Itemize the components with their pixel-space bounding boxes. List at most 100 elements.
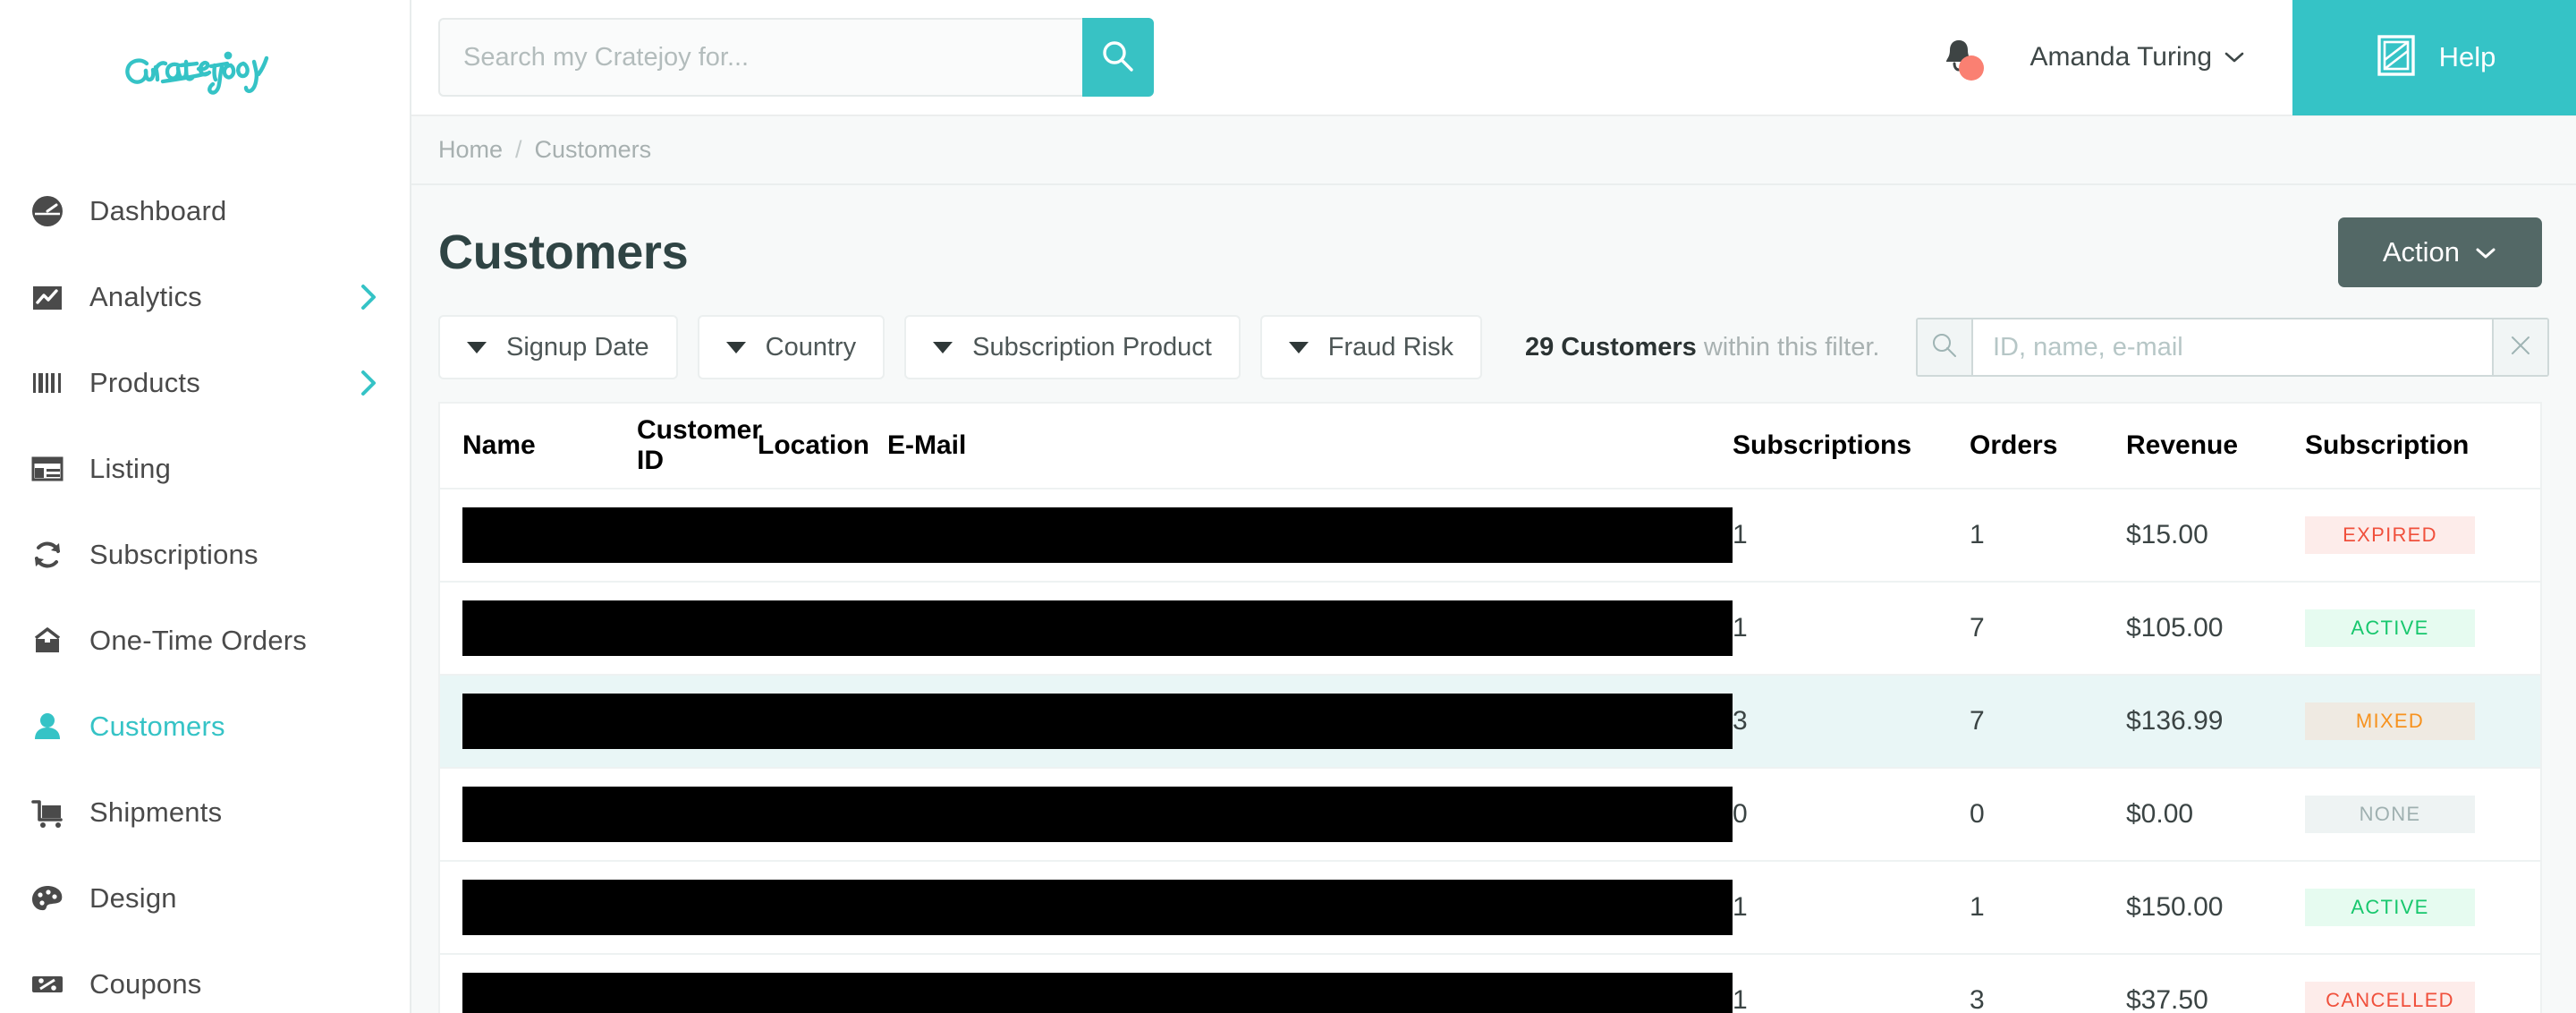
topbar-right: Amanda Turing Help <box>1932 0 2576 115</box>
palette-icon <box>27 878 68 919</box>
search-input[interactable] <box>438 18 1082 97</box>
help-label: Help <box>2438 41 2496 72</box>
breadcrumb-home[interactable]: Home <box>438 136 503 164</box>
redacted-customer-info <box>462 787 1733 842</box>
topbar: Amanda Turing Help <box>411 0 2576 116</box>
breadcrumb-current[interactable]: Customers <box>535 136 652 164</box>
filter-bar: Signup Date Country Subscription Product… <box>411 312 2576 382</box>
sidebar-item-products[interactable]: Products <box>0 340 410 426</box>
sidebar-item-coupons[interactable]: Coupons <box>0 941 410 1013</box>
sidebar-item-shipments[interactable]: Shipments <box>0 770 410 856</box>
cell-status: CANCELLED <box>2305 982 2520 1013</box>
table-row[interactable]: 0 0 $0.00 NONE <box>440 769 2540 862</box>
column-header-location[interactable]: Location <box>758 430 887 461</box>
table-search-icon-button[interactable] <box>1918 319 1973 375</box>
filter-country[interactable]: Country <box>697 315 886 379</box>
chevron-down-icon <box>2474 236 2497 268</box>
cell-orders: 3 <box>1970 985 1985 1013</box>
cell-orders: 0 <box>1970 799 1985 829</box>
table-search-input[interactable] <box>1973 319 2492 375</box>
filter-label: Subscription Product <box>972 332 1212 362</box>
user-menu[interactable]: Amanda Turing <box>2030 42 2246 72</box>
breadcrumb: Home / Customers <box>411 116 2576 185</box>
table-row[interactable]: 3 7 $136.99 MIXED <box>440 676 2540 769</box>
close-icon <box>2505 330 2536 365</box>
redacted-customer-info <box>462 600 1733 656</box>
cell-revenue: $105.00 <box>2126 613 2224 643</box>
cratejoy-logo[interactable] <box>0 0 410 143</box>
sidebar-item-label: Listing <box>89 453 172 484</box>
cratejoy-logo-icon <box>124 51 268 95</box>
table-row[interactable]: 1 7 $105.00 ACTIVE <box>440 583 2540 676</box>
breadcrumb-separator: / <box>515 136 522 163</box>
user-name-label: Amanda Turing <box>2029 42 2212 72</box>
sidebar-item-listing[interactable]: Listing <box>0 426 410 512</box>
cell-orders: 1 <box>1970 520 1985 549</box>
notifications-button[interactable] <box>1932 30 1986 84</box>
notification-badge-dot <box>1958 55 1984 81</box>
search-submit-button[interactable] <box>1082 18 1154 97</box>
status-badge: ACTIVE <box>2305 889 2475 926</box>
sidebar-item-dashboard[interactable]: Dashboard <box>0 168 410 254</box>
help-button[interactable]: Help <box>2292 0 2576 115</box>
caret-down-icon <box>725 341 746 353</box>
sidebar-nav: Dashboard Analytics Products Listing Sub… <box>0 143 410 1013</box>
chevron-down-icon <box>2223 42 2246 72</box>
cell-status: ACTIVE <box>2305 889 2520 926</box>
cell-revenue: $136.99 <box>2126 706 2224 736</box>
shipping-cart-icon <box>27 792 68 833</box>
status-badge: ACTIVE <box>2305 609 2475 647</box>
column-header-orders[interactable]: Orders <box>1970 430 2126 461</box>
sidebar-item-label: Products <box>89 367 200 398</box>
filter-label: Signup Date <box>506 332 649 362</box>
column-header-revenue[interactable]: Revenue <box>2126 430 2305 461</box>
cell-revenue: $0.00 <box>2126 799 2194 829</box>
row-redacted-group <box>440 675 1733 768</box>
table-search <box>1916 318 2549 377</box>
action-button[interactable]: Action <box>2337 217 2542 287</box>
search-icon <box>1099 38 1137 78</box>
sidebar-item-subscriptions[interactable]: Subscriptions <box>0 512 410 598</box>
cell-revenue: $37.50 <box>2126 985 2208 1013</box>
filter-subscription-product[interactable]: Subscription Product <box>904 315 1241 379</box>
action-button-label: Action <box>2382 236 2460 268</box>
table-row[interactable]: 1 1 $15.00 EXPIRED <box>440 489 2540 583</box>
table-row[interactable]: 1 1 $150.00 ACTIVE <box>440 862 2540 955</box>
sidebar-item-label: Design <box>89 882 177 914</box>
filter-signup-date[interactable]: Signup Date <box>438 315 678 379</box>
cell-orders: 1 <box>1970 892 1985 922</box>
sidebar-item-customers[interactable]: Customers <box>0 684 410 770</box>
cell-status: EXPIRED <box>2305 516 2520 554</box>
redacted-customer-info <box>462 507 1733 563</box>
main-content: Amanda Turing Help Home / Customers <box>411 0 2576 1013</box>
sidebar-item-one-time-orders[interactable]: One-Time Orders <box>0 598 410 684</box>
column-header-subscription-status[interactable]: Subscription <box>2305 430 2520 461</box>
open-box-icon <box>27 620 68 661</box>
status-badge: MIXED <box>2305 702 2475 740</box>
help-window-icon <box>2373 32 2419 83</box>
row-redacted-group <box>440 582 1733 675</box>
column-header-email[interactable]: E-Mail <box>887 430 1397 461</box>
column-header-name[interactable]: Name <box>440 430 637 461</box>
table-row[interactable]: 1 3 $37.50 CANCELLED <box>440 955 2540 1013</box>
gauge-icon <box>27 191 68 232</box>
cell-subscriptions: 0 <box>1733 799 1748 829</box>
table-search-clear-button[interactable] <box>2492 319 2547 375</box>
chevron-right-icon[interactable] <box>358 283 379 311</box>
barcode-icon <box>27 362 68 404</box>
cell-status: NONE <box>2305 796 2520 833</box>
global-search <box>438 18 1154 97</box>
column-header-customer-id[interactable]: Customer ID <box>637 415 762 476</box>
page-header: Customers Action <box>411 185 2576 312</box>
column-header-subscriptions[interactable]: Subscriptions <box>1733 430 1970 461</box>
cell-subscriptions: 1 <box>1733 613 1748 643</box>
sidebar-item-design[interactable]: Design <box>0 856 410 941</box>
filter-result-count: 29 Customers within this filter. <box>1525 333 1880 362</box>
cell-revenue: $150.00 <box>2126 892 2224 922</box>
chevron-right-icon[interactable] <box>358 369 379 397</box>
sidebar-item-analytics[interactable]: Analytics <box>0 254 410 340</box>
search-icon <box>1929 330 1960 365</box>
filter-fraud-risk[interactable]: Fraud Risk <box>1259 315 1482 379</box>
cell-subscriptions: 1 <box>1733 520 1748 549</box>
listing-icon <box>27 448 68 489</box>
